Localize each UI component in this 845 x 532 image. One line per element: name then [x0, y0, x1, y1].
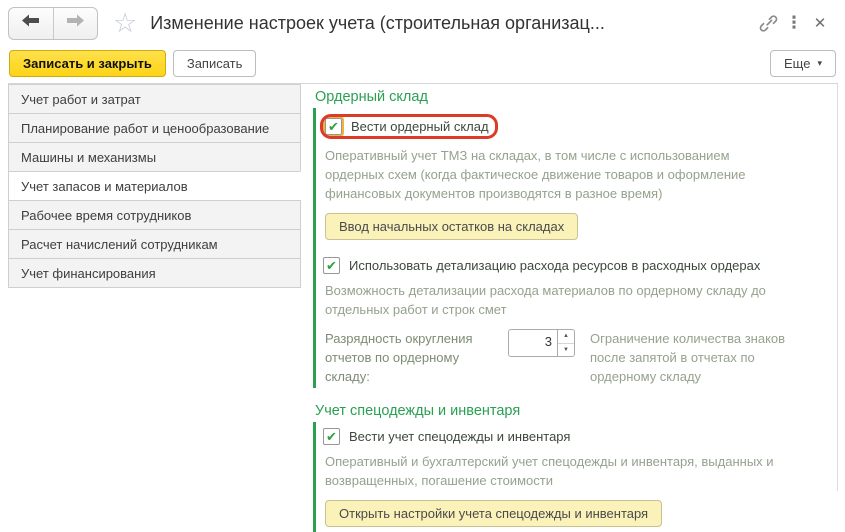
rounding-value[interactable]: 3: [509, 330, 557, 356]
back-arrow-icon: [22, 14, 39, 32]
forward-arrow-icon: [67, 14, 84, 32]
keep-workwear-row: ✔ Вести учет спецодежды и инвентаря: [323, 428, 837, 445]
spin-down-icon: ▼: [563, 347, 569, 353]
page-title: Изменение настроек учета (строительная о…: [150, 13, 755, 34]
rounding-field-label: Разрядность округления отчетов по ордерн…: [325, 329, 493, 386]
chevron-down-icon: ▾: [817, 58, 822, 69]
workwear-description: Оперативный и бухгалтерский учет спецоде…: [325, 452, 813, 490]
tab-working-hours[interactable]: Рабочее время сотрудников: [8, 200, 301, 230]
checkmark-icon: ✔: [326, 259, 337, 272]
save-button[interactable]: Записать: [173, 50, 257, 77]
spin-up-button[interactable]: ▲: [558, 330, 574, 343]
tab-planning-and-pricing[interactable]: Планирование работ и ценообразование: [8, 113, 301, 143]
order-warehouse-description: Оперативный учет ТМЗ на складах, в том ч…: [325, 146, 773, 203]
link-icon[interactable]: [755, 10, 781, 36]
rounding-field-row: Разрядность округления отчетов по ордерн…: [325, 329, 837, 386]
opening-balances-button[interactable]: Ввод начальных остатков на складах: [325, 213, 578, 240]
checkmark-icon: ✔: [326, 430, 337, 443]
tab-machines[interactable]: Машины и механизмы: [8, 142, 301, 172]
more-menu-icon[interactable]: ⋮: [781, 10, 807, 36]
spinner-buttons: ▲ ▼: [557, 330, 574, 356]
checkmark-icon: ✔: [328, 120, 339, 133]
spin-down-button[interactable]: ▼: [558, 343, 574, 357]
keep-order-warehouse-label: Вести ордерный склад: [351, 119, 489, 134]
tab-payroll[interactable]: Расчет начислений сотрудникам: [8, 229, 301, 259]
settings-tab-list: Учет работ и затрат Планирование работ и…: [8, 84, 301, 288]
rounding-spinner[interactable]: 3 ▲ ▼: [508, 329, 575, 357]
keep-workwear-checkbox[interactable]: ✔: [323, 428, 340, 445]
workwear-settings-button[interactable]: Открыть настройки учета спецодежды и инв…: [325, 500, 662, 527]
favorite-star-icon[interactable]: ☆: [113, 10, 137, 37]
keep-order-warehouse-row: ✔ Вести ордерный склад: [323, 114, 837, 139]
keep-order-warehouse-checkbox[interactable]: ✔: [325, 118, 342, 135]
close-icon[interactable]: ✕: [807, 10, 833, 36]
window-titlebar: ☆ Изменение настроек учета (строительная…: [0, 0, 845, 46]
spin-up-icon: ▲: [563, 333, 569, 339]
tab-inventory-and-materials[interactable]: Учет запасов и материалов: [8, 171, 301, 201]
use-detail-label: Использовать детализацию расхода ресурсо…: [349, 258, 760, 273]
tab-work-and-costs[interactable]: Учет работ и затрат: [8, 84, 301, 114]
red-annotation-highlight: ✔ Вести ордерный склад: [320, 114, 498, 139]
detail-description: Возможность детализации расхода материал…: [325, 281, 803, 319]
group-body-order-warehouse: ✔ Вести ордерный склад Оперативный учет …: [313, 108, 837, 388]
group-title-workwear: Учет спецодежды и инвентаря: [315, 403, 837, 419]
tab-financing[interactable]: Учет финансирования: [8, 258, 301, 288]
main-area: Учет работ и затрат Планирование работ и…: [8, 83, 838, 491]
group-body-workwear: ✔ Вести учет спецодежды и инвентаря Опер…: [313, 422, 837, 532]
group-title-order-warehouse: Ордерный склад: [315, 89, 837, 105]
use-detail-row: ✔ Использовать детализацию расхода ресур…: [323, 257, 837, 274]
save-and-close-button[interactable]: Записать и закрыть: [9, 50, 166, 77]
history-nav-group: [8, 7, 98, 40]
tab-content-inventory: Ордерный склад ✔ Вести ордерный склад Оп…: [313, 84, 838, 491]
back-button[interactable]: [9, 8, 53, 39]
forward-button[interactable]: [53, 8, 98, 39]
more-button-label: Еще: [784, 56, 810, 71]
more-button[interactable]: Еще ▾: [770, 50, 836, 77]
keep-workwear-label: Вести учет спецодежды и инвентаря: [349, 429, 570, 444]
use-detail-checkbox[interactable]: ✔: [323, 257, 340, 274]
rounding-field-note: Ограничение количества знаков после запя…: [590, 329, 815, 386]
command-bar: Записать и закрыть Записать Еще ▾: [0, 47, 845, 79]
